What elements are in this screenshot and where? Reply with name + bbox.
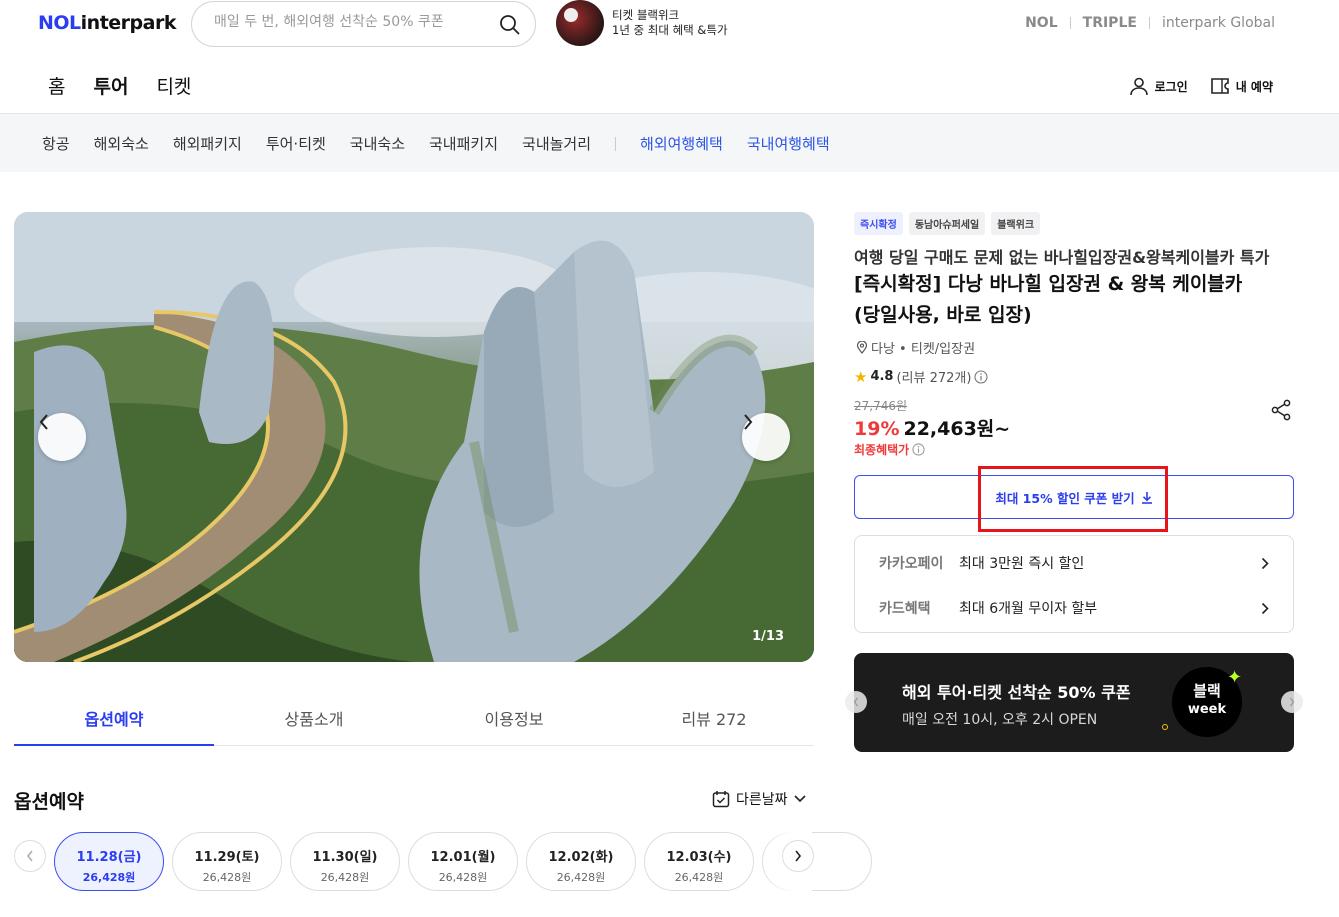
tab-reviews[interactable]: 리뷰 272 (614, 688, 814, 745)
date-chip[interactable]: 12.01(월) 26,428원 (408, 832, 518, 891)
chevron-left-icon (39, 414, 48, 430)
other-date-button[interactable]: 다른날짜 (712, 789, 806, 809)
banner-prev-button[interactable] (845, 691, 867, 713)
category-domestic-package[interactable]: 국내패키지 (429, 133, 498, 154)
date-selector: 11.28(금) 26,428원 11.29(토) 26,428원 11.30(일)… (14, 832, 872, 892)
date-chip[interactable]: 12.03(수) 26,428원 (644, 832, 754, 891)
brand-nol[interactable]: NOL (1025, 15, 1058, 31)
brand-triple[interactable]: TRIPLE (1083, 15, 1137, 31)
section-title: 옵션예약 (14, 791, 84, 813)
tab-usage-info[interactable]: 이용정보 (414, 688, 614, 745)
brand-links: NOL TRIPLE interpark Global (1025, 15, 1275, 31)
calendar-icon (712, 791, 730, 808)
chevron-right-icon (795, 850, 802, 862)
gallery-next-button[interactable] (742, 413, 790, 461)
date-chip[interactable]: 11.29(토) 26,428원 (172, 832, 282, 891)
category-domestic-activity[interactable]: 국내놀거리 (522, 133, 591, 154)
detail-tabs: 옵션예약 상품소개 이용정보 리뷰 272 (14, 688, 814, 746)
overseas-benefit-link[interactable]: 해외여행혜택 (640, 133, 723, 154)
map-pin-icon (856, 341, 868, 354)
payment-benefits: 카카오페이 최대 3만원 즉시 할인 카드혜택 최대 6개월 무이자 할부 (854, 535, 1294, 633)
nav-ticket[interactable]: 티켓 (156, 72, 191, 113)
nav-tour[interactable]: 투어 (90, 72, 132, 115)
category-overseas-package[interactable]: 해외패키지 (173, 133, 242, 154)
info-icon (974, 369, 989, 384)
star-icon: ★ (854, 367, 868, 386)
promo-banner[interactable]: 해외 투어·티켓 선착순 50% 쿠폰 매일 오전 10시, 오후 2시 OPE… (854, 653, 1294, 752)
chevron-right-icon (744, 414, 753, 430)
badge-instant-confirm: 즉시확정 (854, 212, 903, 235)
benefit-row-kakaopay[interactable]: 카카오페이 최대 3만원 즉시 할인 (879, 541, 1269, 585)
coupon-download-button[interactable]: 최대 15% 할인 쿠폰 받기 (854, 475, 1294, 519)
date-chip[interactable]: 11.28(금) 26,428원 (54, 832, 164, 891)
badge-black-week: 블랙위크 (991, 212, 1041, 235)
download-icon (1141, 491, 1152, 504)
category-tour-ticket[interactable]: 투어·티켓 (266, 133, 326, 154)
user-links: 로그인 내 예약 (1129, 76, 1273, 96)
original-price: 27,746원 (854, 399, 908, 413)
sparkle-icon: ✦ (1227, 667, 1243, 688)
chevron-right-icon (1261, 602, 1269, 614)
date-chip[interactable]: 11.30(일) 26,428원 (290, 832, 400, 891)
search-input[interactable] (214, 14, 484, 30)
category-overseas-hotel[interactable]: 해외숙소 (94, 133, 149, 154)
tab-option-booking[interactable]: 옵션예약 (14, 688, 214, 746)
chevron-right-icon (1261, 557, 1269, 569)
chevron-right-icon (1289, 697, 1295, 707)
banner-next-button[interactable] (1281, 691, 1303, 713)
gallery-prev-button[interactable] (38, 413, 86, 461)
nav-home[interactable]: 홈 (48, 72, 65, 113)
product-subtitle: 여행 당일 구매도 문제 없는 바나힐입장권&왕복케이블카 특가 (854, 248, 1270, 267)
dates-next-button[interactable] (782, 840, 814, 872)
domestic-benefit-link[interactable]: 국내여행혜택 (747, 133, 830, 154)
tab-product-intro[interactable]: 상품소개 (214, 688, 414, 745)
product-rating[interactable]: ★ 4.8 (리뷰 272개) (854, 367, 989, 386)
product-title: [즉시확정] 다낭 바나힐 입장권 & 왕복 케이블카 (당일사용, 바로 입장… (854, 273, 1243, 326)
badge-sea-sale: 동남아슈퍼세일 (908, 212, 986, 235)
info-icon (912, 443, 925, 456)
chevron-left-icon (853, 697, 859, 707)
search-icon[interactable] (499, 14, 521, 40)
search-bar[interactable] (191, 1, 536, 47)
sale-price: 19% 22,463원~ (854, 418, 1011, 440)
gallery-counter: 1/13 (752, 629, 784, 644)
promo-text[interactable]: 티켓 블랙위크 1년 중 최대 혜택 &특가 (612, 8, 728, 38)
category-flight[interactable]: 항공 (42, 133, 70, 154)
product-image-gallery[interactable]: 1/13 (14, 212, 814, 662)
share-icon[interactable] (1270, 399, 1292, 425)
date-chip[interactable]: 12.02(화) 26,428원 (526, 832, 636, 891)
promo-thumbnail[interactable] (556, 0, 604, 46)
user-icon (1129, 77, 1148, 96)
chevron-down-icon (793, 795, 806, 803)
product-location: 다낭 • 티켓/입장권 (856, 338, 975, 357)
chevron-left-icon (27, 850, 33, 862)
benefit-row-card[interactable]: 카드혜택 최대 6개월 무이자 할부 (879, 586, 1269, 630)
brand-interpark-global[interactable]: interpark Global (1162, 15, 1275, 31)
main-nav: 홈 투어 티켓 (48, 72, 191, 115)
dates-prev-button[interactable] (14, 840, 46, 872)
final-benefit-label[interactable]: 최종혜택가 (854, 441, 925, 458)
category-domestic-hotel[interactable]: 국내숙소 (350, 133, 405, 154)
ticket-icon (1210, 78, 1229, 94)
logo[interactable]: NOLinterpark (38, 12, 176, 34)
login-link[interactable]: 로그인 (1129, 76, 1188, 96)
product-badges: 즉시확정 동남아슈퍼세일 블랙위크 (854, 212, 1041, 235)
category-nav: 항공 해외숙소 해외패키지 투어·티켓 국내숙소 국내패키지 국내놀거리 해외여… (0, 114, 1339, 172)
my-reservation-link[interactable]: 내 예약 (1210, 77, 1273, 95)
